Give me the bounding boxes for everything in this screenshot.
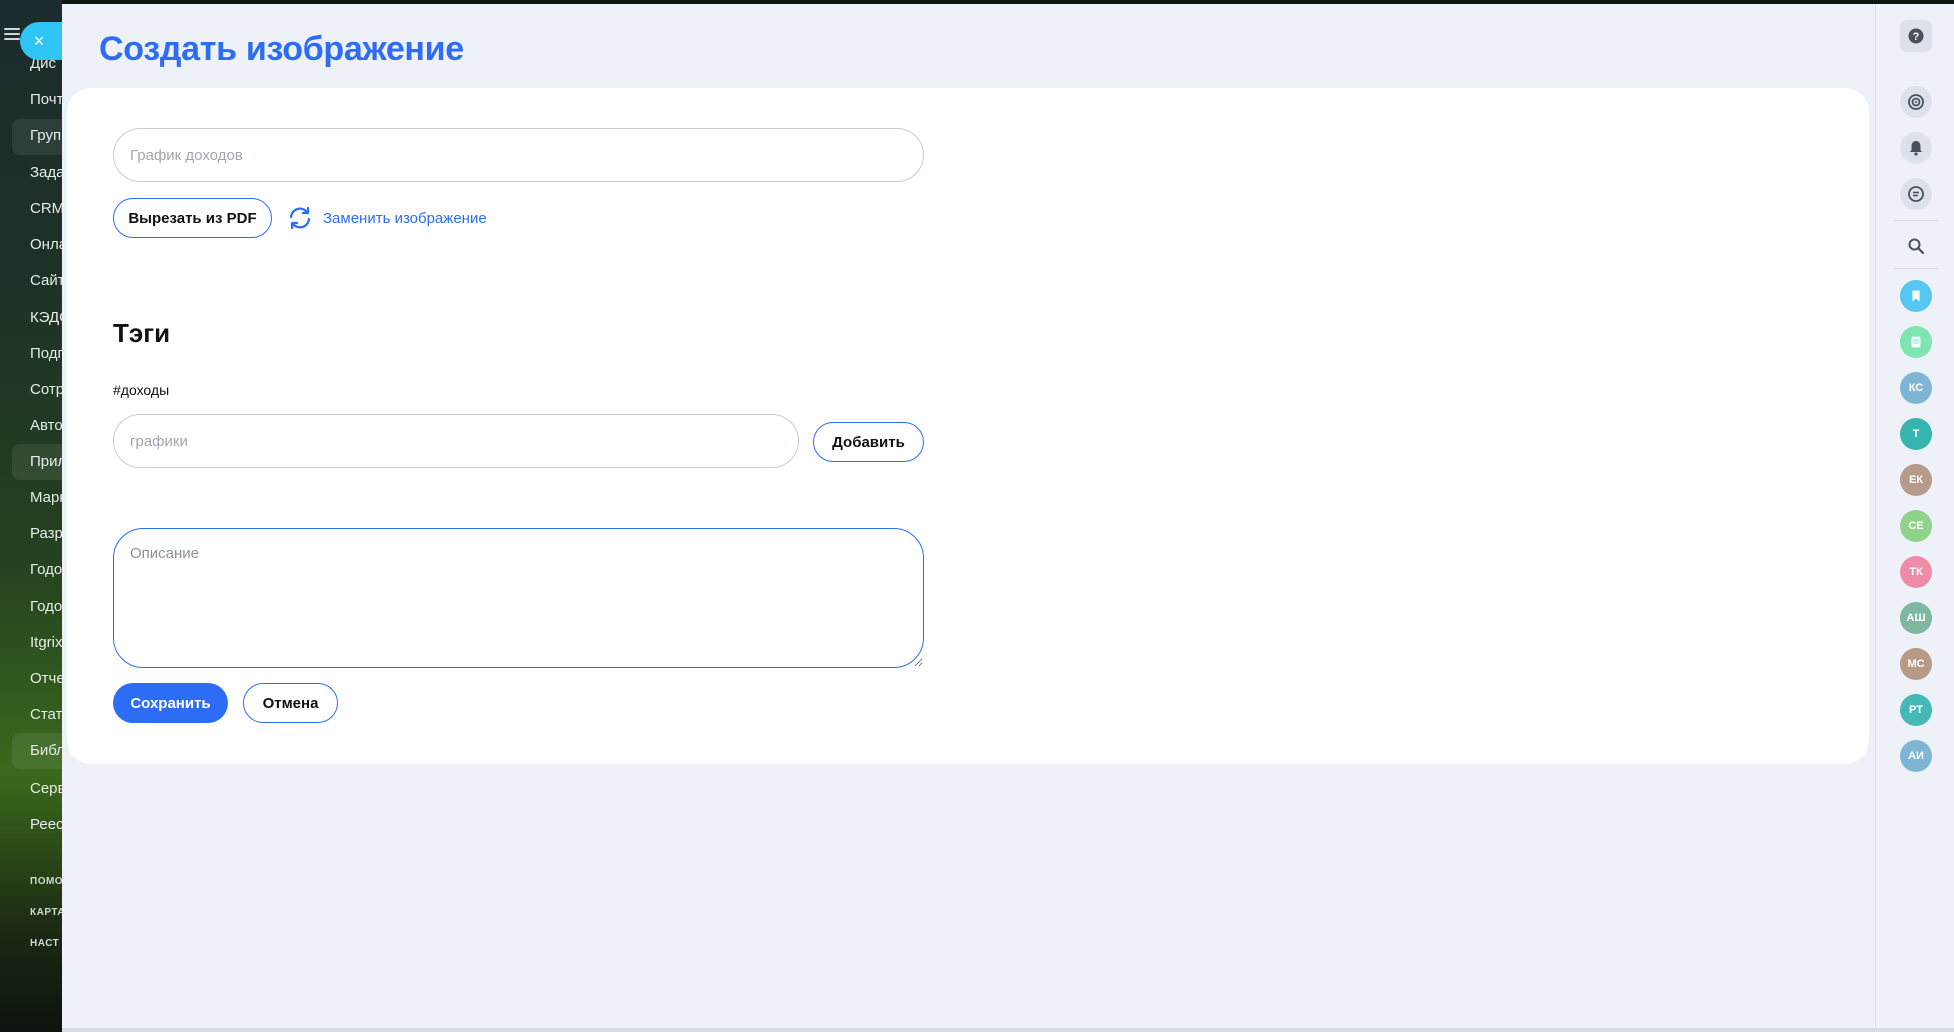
nav-item[interactable]: Реес — [30, 807, 62, 843]
nav-item[interactable]: Сайт — [30, 263, 62, 299]
nav-item[interactable]: CRM — [30, 191, 62, 227]
svg-text:?: ? — [1913, 31, 1920, 43]
avatar[interactable]: МС — [1900, 648, 1932, 680]
messenger-button[interactable] — [1900, 178, 1932, 210]
avatar[interactable]: РТ — [1900, 694, 1932, 726]
nav-item[interactable]: Зада — [30, 155, 62, 191]
nav-footer-item[interactable]: НАСТ — [30, 926, 59, 962]
nav-item[interactable]: КЭДС — [30, 300, 62, 336]
background-sidebar: Дис Почт Груп Зада CRM Онла Сайт КЭДС По… — [0, 0, 62, 1032]
bookmark-button[interactable] — [1900, 280, 1932, 312]
nav-item[interactable]: Годо — [30, 589, 62, 625]
refresh-icon — [289, 206, 311, 230]
avatar[interactable]: АШ — [1900, 602, 1932, 634]
rail-divider — [1894, 268, 1938, 269]
document-button[interactable] — [1900, 326, 1932, 358]
avatar[interactable]: Т — [1900, 418, 1932, 450]
avatar[interactable]: ЕК — [1900, 464, 1932, 496]
nav-item[interactable]: Годо — [30, 552, 62, 588]
chat-icon — [1908, 186, 1924, 202]
close-slider-button[interactable]: × — [20, 22, 62, 60]
bottom-scrollbar — [62, 1028, 1954, 1032]
cut-from-pdf-button[interactable]: Вырезать из PDF — [113, 198, 272, 238]
search-icon — [1908, 238, 1925, 255]
nav-item[interactable]: Библ — [30, 733, 62, 769]
nav-item[interactable]: Онла — [30, 227, 62, 263]
replace-image-link[interactable]: Заменить изображение — [287, 206, 487, 230]
help-button[interactable]: ? — [1900, 20, 1932, 52]
nav-item[interactable]: Отче — [30, 661, 62, 697]
nav-item[interactable]: Itgrix — [30, 625, 62, 661]
notifications-button[interactable] — [1900, 132, 1932, 164]
nav-item[interactable]: Авто — [30, 408, 62, 444]
page-title: Создать изображение — [99, 30, 464, 68]
nav-item[interactable]: Груп — [30, 118, 61, 154]
nav-item[interactable]: Разр — [30, 516, 62, 552]
bookmark-icon — [1912, 290, 1920, 302]
avatar[interactable]: АИ — [1900, 740, 1932, 772]
help-icon: ? — [1908, 28, 1924, 44]
nav-item[interactable]: Прил — [30, 444, 62, 480]
nav-item[interactable]: Марк — [30, 480, 62, 516]
nav-item[interactable]: Подп — [30, 336, 62, 372]
avatar[interactable]: СЕ — [1900, 510, 1932, 542]
search-button[interactable] — [1900, 230, 1932, 262]
replace-image-label: Заменить изображение — [323, 209, 487, 227]
close-icon: × — [33, 31, 45, 51]
menu-icon[interactable] — [4, 28, 20, 40]
avatar[interactable]: КС — [1900, 372, 1932, 404]
rail-divider — [1894, 220, 1938, 221]
save-button[interactable]: Сохранить — [113, 683, 228, 723]
tags-section-title: Тэги — [113, 318, 171, 348]
avatar[interactable]: ТК — [1900, 556, 1932, 588]
nav-item[interactable]: Стат — [30, 697, 62, 733]
nav-item[interactable]: Сотр — [30, 372, 62, 408]
tag-input[interactable] — [113, 414, 799, 468]
bell-icon — [1910, 141, 1922, 156]
cancel-button[interactable]: Отмена — [243, 683, 338, 723]
document-icon — [1911, 336, 1921, 348]
description-textarea[interactable] — [113, 528, 924, 668]
add-tag-button[interactable]: Добавить — [813, 422, 924, 462]
right-rail: ? КС Т ЕК СЕ ТК АШ МС РТ АИ — [1875, 4, 1954, 1032]
nav-item[interactable]: Почт — [30, 82, 62, 118]
nav-item[interactable]: Серв — [30, 771, 62, 807]
tag-item[interactable]: #доходы — [113, 382, 169, 398]
form-card: Вырезать из PDF Заменить изображение Тэг… — [67, 88, 1869, 764]
goals-button[interactable] — [1900, 86, 1932, 118]
target-icon — [1908, 94, 1924, 110]
slider-panel: Создать изображение Вырезать из PDF Заме… — [62, 4, 1875, 1032]
image-title-input[interactable] — [113, 128, 924, 182]
